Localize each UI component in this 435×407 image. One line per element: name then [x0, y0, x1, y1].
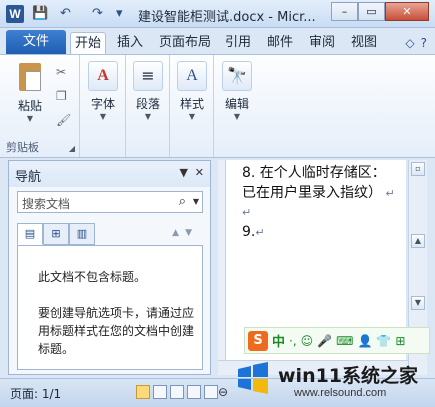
paragraph-group: ≡ 段落 ▼	[126, 55, 170, 157]
clipboard-group-label: 剪贴板	[6, 141, 39, 154]
doc-line-fingerprint: 已在用户里录入指纹） ↵	[242, 185, 395, 201]
tab-page-layout[interactable]: 页面布局	[155, 32, 215, 54]
search-dropdown-icon[interactable]: ▼	[193, 197, 199, 206]
undo-icon[interactable]: ↶	[60, 6, 71, 22]
copy-icon[interactable]: ❐	[56, 89, 67, 103]
punctuation-icon[interactable]: ·,	[289, 334, 297, 348]
nav-pane-title: 导航	[15, 170, 42, 185]
editing-group: 🔭 编辑 ▼	[214, 55, 260, 157]
font-label: 字体	[90, 97, 115, 111]
ime-toolbar[interactable]: S 中 ·, ☺ 🎤 ⌨ 👤 👕 ⊞	[244, 327, 430, 354]
window-title: 建设智能柜测试.docx - Micr...	[138, 10, 316, 25]
navigation-pane: 导航 ▼ ✕ 搜索文档 ⌕ ▼ ▤ ⊞ ▥ ▲▼ 此文档不包含标题。 要创建导航…	[8, 160, 211, 375]
zoom-out-icon[interactable]: ⊖	[218, 385, 228, 399]
nav-prev-next-icon[interactable]: ▲▼	[172, 228, 198, 238]
minimize-button[interactable]: –	[331, 2, 358, 21]
search-icon[interactable]: ⌕	[179, 194, 186, 209]
watermark-brand: win11系统之家	[278, 365, 419, 387]
nav-pane-body: 此文档不包含标题。 要创建导航选项卡，请通过应用标题样式在您的文档中创建标题。	[17, 245, 203, 370]
paste-label: 粘贴	[17, 99, 42, 113]
doc-line-9: 9.↵	[242, 224, 265, 240]
styles-group: A 样式 ▼	[170, 55, 214, 157]
tab-home[interactable]: 开始	[70, 32, 106, 54]
tab-file[interactable]: 文件	[6, 30, 66, 54]
help-icon[interactable]: ?	[421, 36, 427, 50]
collapse-ribbon-icon[interactable]: ◇	[405, 36, 414, 50]
keyboard-icon[interactable]: ⌨	[336, 334, 353, 348]
print-layout-view-icon[interactable]	[136, 385, 150, 399]
format-painter-icon[interactable]: 🖌	[56, 113, 71, 127]
editing-label: 编辑	[224, 97, 249, 111]
headings-tab-icon[interactable]: ▤	[17, 223, 43, 245]
paragraph-label: 段落	[135, 97, 160, 111]
watermark: win11系统之家 www.relsound.com	[228, 355, 433, 405]
full-screen-view-icon[interactable]	[153, 385, 167, 399]
ruler-toggle-icon[interactable]: ▫	[411, 162, 425, 176]
results-tab-icon[interactable]: ▥	[69, 223, 95, 245]
binoculars-icon: 🔭	[222, 61, 252, 91]
title-bar: W 💾 ↶ ↷ ▾ 建设智能柜测试.docx - Micr... – ▭ ✕	[0, 0, 435, 28]
styles-button[interactable]: A 样式 ▼	[176, 61, 208, 121]
word-logo-icon[interactable]: W	[6, 5, 24, 23]
font-icon: A	[88, 61, 118, 91]
tab-references[interactable]: 引用	[220, 32, 256, 54]
toolbox-icon[interactable]: ⊞	[395, 334, 405, 348]
pages-tab-icon[interactable]: ⊞	[43, 223, 69, 245]
redo-icon[interactable]: ↷	[92, 6, 103, 22]
search-document-input[interactable]: 搜索文档 ⌕ ▼	[17, 191, 203, 213]
create-headings-hint: 要创建导航选项卡，请通过应用标题样式在您的文档中创建标题。	[38, 306, 195, 356]
microphone-icon[interactable]: 🎤	[317, 334, 332, 348]
search-placeholder: 搜索文档	[22, 197, 71, 211]
nav-pane-close-icon[interactable]: ✕	[195, 166, 204, 179]
clipboard-group: 粘贴 ▼ ✂ ❐ 🖌 剪贴板 ◢	[0, 55, 80, 157]
customize-toolbar-icon[interactable]: ▾	[116, 6, 123, 22]
tab-view[interactable]: 视图	[346, 32, 382, 54]
nav-pane-menu-icon[interactable]: ▼	[180, 166, 188, 179]
tab-mailings[interactable]: 邮件	[262, 32, 298, 54]
ime-language-toggle[interactable]: 中	[272, 331, 285, 350]
paragraph-button[interactable]: ≡ 段落 ▼	[132, 61, 164, 121]
paste-button[interactable]: 粘贴 ▼	[10, 61, 50, 123]
paragraph-icon: ≡	[133, 61, 163, 91]
doc-line-8: 8. 在个人临时存储区：	[242, 165, 386, 181]
tab-insert[interactable]: 插入	[112, 32, 148, 54]
styles-icon: A	[177, 61, 207, 91]
vertical-ruler	[218, 160, 226, 375]
font-button[interactable]: A 字体 ▼	[87, 61, 119, 121]
emoji-icon[interactable]: ☺	[301, 334, 314, 348]
scroll-up-icon[interactable]: ▲	[411, 234, 425, 248]
user-icon[interactable]: 👤	[357, 334, 372, 348]
paragraph-mark: ↵	[242, 206, 252, 219]
sogou-logo-icon[interactable]: S	[248, 330, 268, 351]
nav-pane-header: 导航 ▼ ✕	[9, 161, 210, 187]
no-headings-message: 此文档不包含标题。	[38, 270, 147, 284]
scroll-down-icon[interactable]: ▼	[411, 296, 425, 310]
ribbon: 粘贴 ▼ ✂ ❐ 🖌 剪贴板 ◢ A 字体 ▼ ≡ 段落 ▼ A 样式 ▼ 🔭 …	[0, 54, 435, 158]
windows-logo-icon	[238, 362, 268, 394]
close-button[interactable]: ✕	[385, 2, 429, 21]
page-count[interactable]: 页面: 1/1	[10, 385, 61, 402]
skin-icon[interactable]: 👕	[376, 334, 391, 348]
web-layout-view-icon[interactable]	[170, 385, 184, 399]
cut-icon[interactable]: ✂	[56, 65, 66, 79]
maximize-button[interactable]: ▭	[358, 2, 385, 21]
paste-icon	[17, 61, 43, 93]
ribbon-tab-bar: 文件 开始 插入 页面布局 引用 邮件 审阅 视图 ◇ ?	[0, 28, 435, 54]
watermark-url: www.relsound.com	[294, 387, 387, 399]
save-icon[interactable]: 💾	[32, 6, 48, 22]
outline-view-icon[interactable]	[187, 385, 201, 399]
font-group: A 字体 ▼	[80, 55, 126, 157]
clipboard-launcher-icon[interactable]: ◢	[69, 144, 75, 153]
tab-review[interactable]: 审阅	[304, 32, 340, 54]
editing-button[interactable]: 🔭 编辑 ▼	[220, 61, 254, 121]
styles-label: 样式	[179, 97, 204, 111]
draft-view-icon[interactable]	[204, 385, 218, 399]
